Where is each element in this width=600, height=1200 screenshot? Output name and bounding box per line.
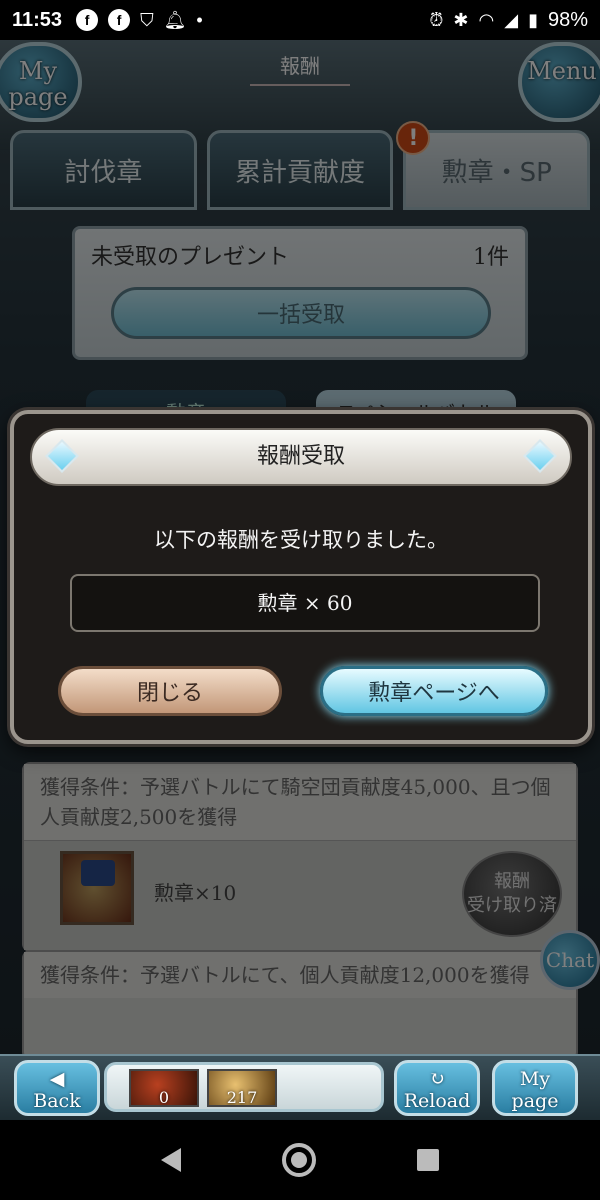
dot-icon: • bbox=[196, 9, 203, 30]
bluetooth-icon: ✱ bbox=[453, 9, 469, 30]
item-count: 0 bbox=[158, 1088, 170, 1107]
status-time: 11:53 bbox=[12, 8, 63, 31]
item-slot[interactable]: 217 bbox=[207, 1069, 277, 1107]
facebook-icon: f bbox=[76, 9, 99, 31]
close-button[interactable]: 閉じる bbox=[58, 666, 282, 716]
reload-button[interactable]: ↻ Reload bbox=[394, 1060, 480, 1116]
back-button[interactable]: ◀ Back bbox=[14, 1060, 100, 1116]
battery-percent: 98% bbox=[547, 8, 588, 31]
notification-icons: f f ⛉ 🔔︎ • bbox=[76, 9, 203, 31]
mypage-bottom-button[interactable]: My page bbox=[492, 1060, 578, 1116]
wifi-icon: ◠ bbox=[478, 9, 495, 30]
reload-label: Reload bbox=[403, 1090, 471, 1112]
reward-amount: 勲章 × 60 bbox=[70, 574, 540, 632]
modal-title: 報酬受取 bbox=[256, 444, 345, 469]
modal-header: 報酬受取 bbox=[30, 428, 572, 486]
reward-modal: 報酬受取 以下の報酬を受け取りました。 勲章 × 60 閉じる 勲章ページへ bbox=[10, 410, 592, 744]
alarm-icon: ⏰︎ bbox=[429, 9, 444, 30]
item-strip: 0 217 bbox=[104, 1062, 384, 1112]
bottom-bar: ◀ Back 0 217 ↻ Reload My page bbox=[0, 1054, 600, 1120]
back-arrow-icon: ◀ bbox=[49, 1068, 65, 1090]
status-bar: 11:53 f f ⛉ 🔔︎ • ⏰︎ ✱ ◠ ◢ ▮ 98% bbox=[0, 0, 600, 40]
item-slot[interactable]: 0 bbox=[129, 1069, 199, 1107]
signal-icon: ◢ bbox=[504, 9, 519, 30]
battery-icon: ▮ bbox=[528, 9, 538, 30]
recents-square-icon[interactable] bbox=[417, 1149, 440, 1171]
system-icons: ⏰︎ ✱ ◠ ◢ ▮ 98% bbox=[429, 9, 588, 32]
facebook-icon: f bbox=[108, 9, 131, 31]
go-to-medal-page-button[interactable]: 勲章ページへ bbox=[320, 666, 548, 716]
item-count: 217 bbox=[226, 1088, 258, 1107]
back-label: Back bbox=[33, 1090, 81, 1112]
modal-message: 以下の報酬を受け取りました。 bbox=[154, 528, 448, 552]
back-triangle-icon[interactable] bbox=[160, 1148, 181, 1172]
game-screen: My page 報酬 Menu 討伐章 累計貢献度 ! 勲章・SP 未受取のプレ… bbox=[0, 40, 600, 1120]
bell-icon: 🔔︎ bbox=[163, 9, 187, 30]
android-nav-bar bbox=[0, 1120, 600, 1200]
shield-icon: ⛉ bbox=[140, 9, 154, 30]
reload-icon: ↻ bbox=[429, 1068, 445, 1090]
home-circle-icon[interactable] bbox=[281, 1143, 316, 1177]
